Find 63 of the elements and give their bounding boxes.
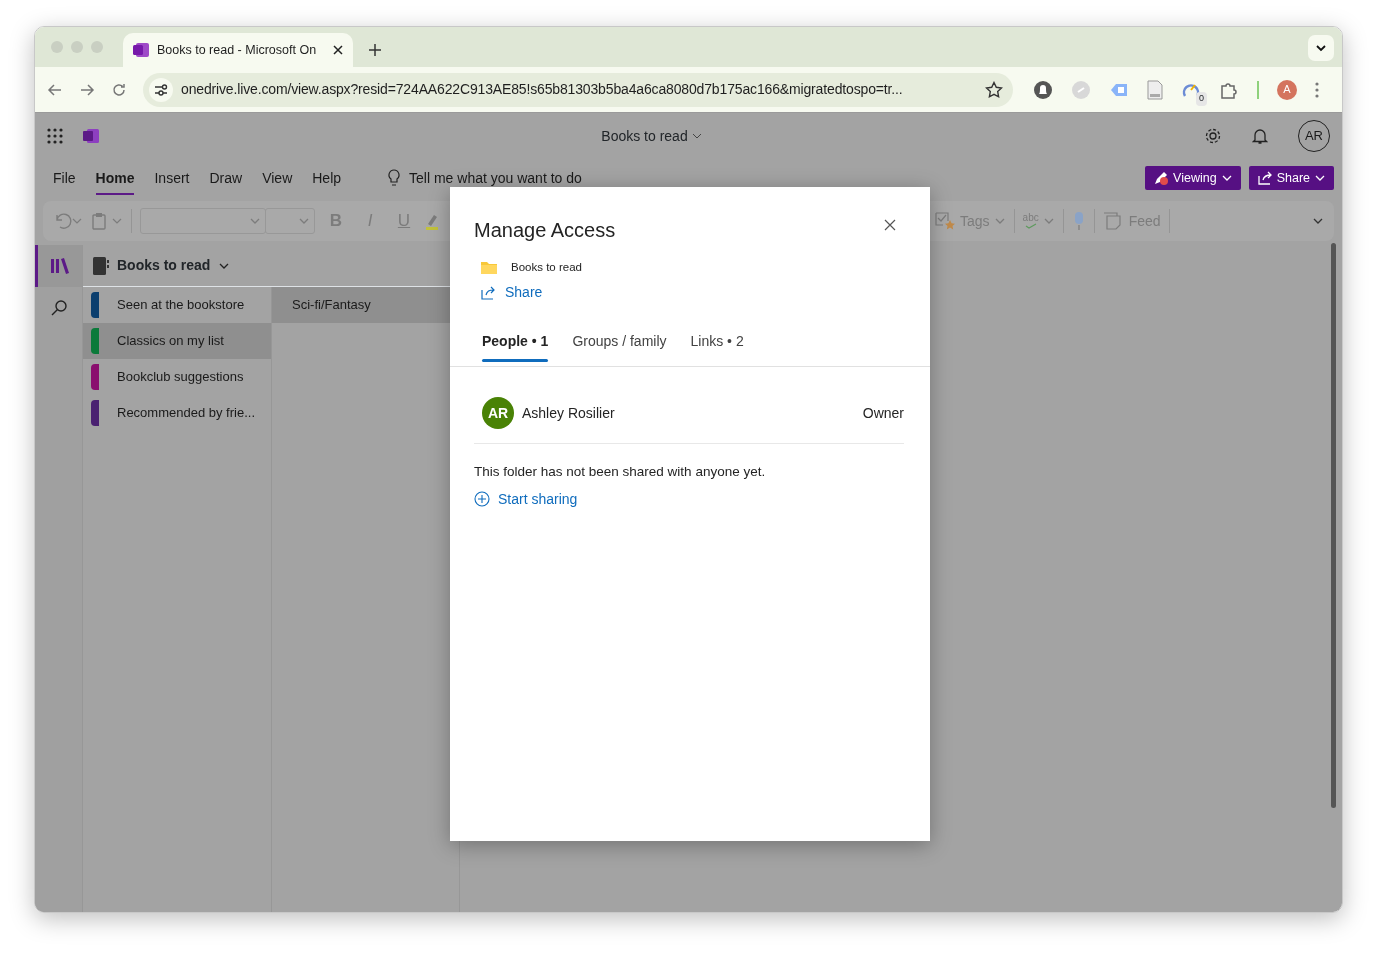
dialog-title: Manage Access (474, 218, 616, 243)
forward-icon[interactable] (79, 81, 95, 98)
new-tab-icon[interactable] (369, 44, 381, 56)
chevron-icon (691, 131, 702, 141)
dialog-tab[interactable]: People • 1 (482, 323, 549, 367)
library-icon (51, 258, 69, 274)
dialog-tab[interactable]: Groups / family (572, 323, 667, 367)
folder-name: Books to read (511, 260, 582, 275)
section-item[interactable]: Bookclub suggestions (83, 359, 271, 395)
app-icon (133, 42, 149, 58)
notebooks-button[interactable] (35, 245, 82, 287)
menu-tab[interactable]: View (252, 161, 303, 195)
site-settings-icon[interactable] (153, 81, 169, 98)
viewing-button[interactable]: Viewing (1145, 166, 1241, 190)
notebook-title[interactable]: Books to read (600, 124, 703, 148)
empty-message: This folder has not been shared with anyone yet. (474, 463, 767, 482)
section-item[interactable]: Recommended by frie... (83, 395, 271, 431)
scrollbar[interactable] (1331, 243, 1336, 808)
add-icon (474, 491, 490, 507)
address-bar[interactable]: onedrive.live.com/view.aspx?resid=724AA622C913AE85!s65b81303b5ba4a6ca8080d7b175ac166&migratedtospo=tr... (143, 72, 1013, 107)
notebook-icon (93, 256, 109, 275)
browser-tab[interactable]: Books to read - Microsoft On (123, 33, 353, 67)
share-icon (481, 285, 497, 300)
share-link[interactable]: Share (481, 282, 543, 304)
checkmark-icon (1024, 223, 1037, 229)
close-icon[interactable] (884, 219, 896, 231)
share-icon (1256, 170, 1273, 186)
app-launcher-icon[interactable] (47, 128, 63, 144)
tab-title: Books to read - Microsoft On (157, 41, 318, 59)
badge-count: 0 (1196, 92, 1207, 106)
settings-icon[interactable] (1204, 127, 1222, 145)
lightbulb-icon (387, 169, 402, 187)
folder-icon (481, 261, 497, 274)
menu-tab[interactable]: Draw (199, 161, 253, 195)
close-icon[interactable] (333, 45, 343, 55)
section-item[interactable]: Seen at the bookstore (83, 287, 271, 323)
share-button[interactable]: Share (1248, 166, 1334, 190)
search-hint[interactable]: Tell me what you want to do (409, 167, 582, 189)
section-item[interactable]: Classics on my list (83, 323, 271, 359)
more-icon[interactable] (1315, 81, 1319, 98)
search-icon[interactable] (49, 299, 68, 317)
tab-list-button[interactable] (1308, 35, 1334, 61)
person-name: Ashley Rosilier (522, 403, 615, 423)
person-role: Owner (862, 403, 904, 423)
menu-tab[interactable]: Help (302, 161, 352, 195)
start-sharing-link[interactable]: Start sharing (474, 488, 578, 510)
person-avatar: AR (482, 397, 514, 430)
menu-tab[interactable]: Insert (144, 161, 200, 195)
reload-icon[interactable] (111, 81, 127, 98)
menu-tab[interactable]: Home (85, 161, 145, 195)
menu-tab[interactable]: File (43, 161, 86, 195)
sticky-note-icon (1102, 212, 1121, 230)
back-icon[interactable] (47, 81, 63, 98)
bell-icon[interactable] (1252, 127, 1268, 145)
dialog-tab[interactable]: Links • 2 (690, 323, 744, 367)
highlighter-icon[interactable] (425, 212, 439, 230)
onenote-logo-icon (83, 128, 99, 144)
checkbox-star-icon (934, 211, 956, 231)
document-icon[interactable] (1147, 79, 1163, 100)
chevron-icon (1315, 42, 1327, 54)
url-text: onedrive.live.com/view.aspx?resid=724AA622C913AE85!s65b81303b5ba4a6ca8080d7b175ac166&migratedtospo=tr... (181, 80, 904, 99)
star-icon[interactable] (985, 80, 1003, 99)
pencil-icon (1153, 170, 1170, 186)
